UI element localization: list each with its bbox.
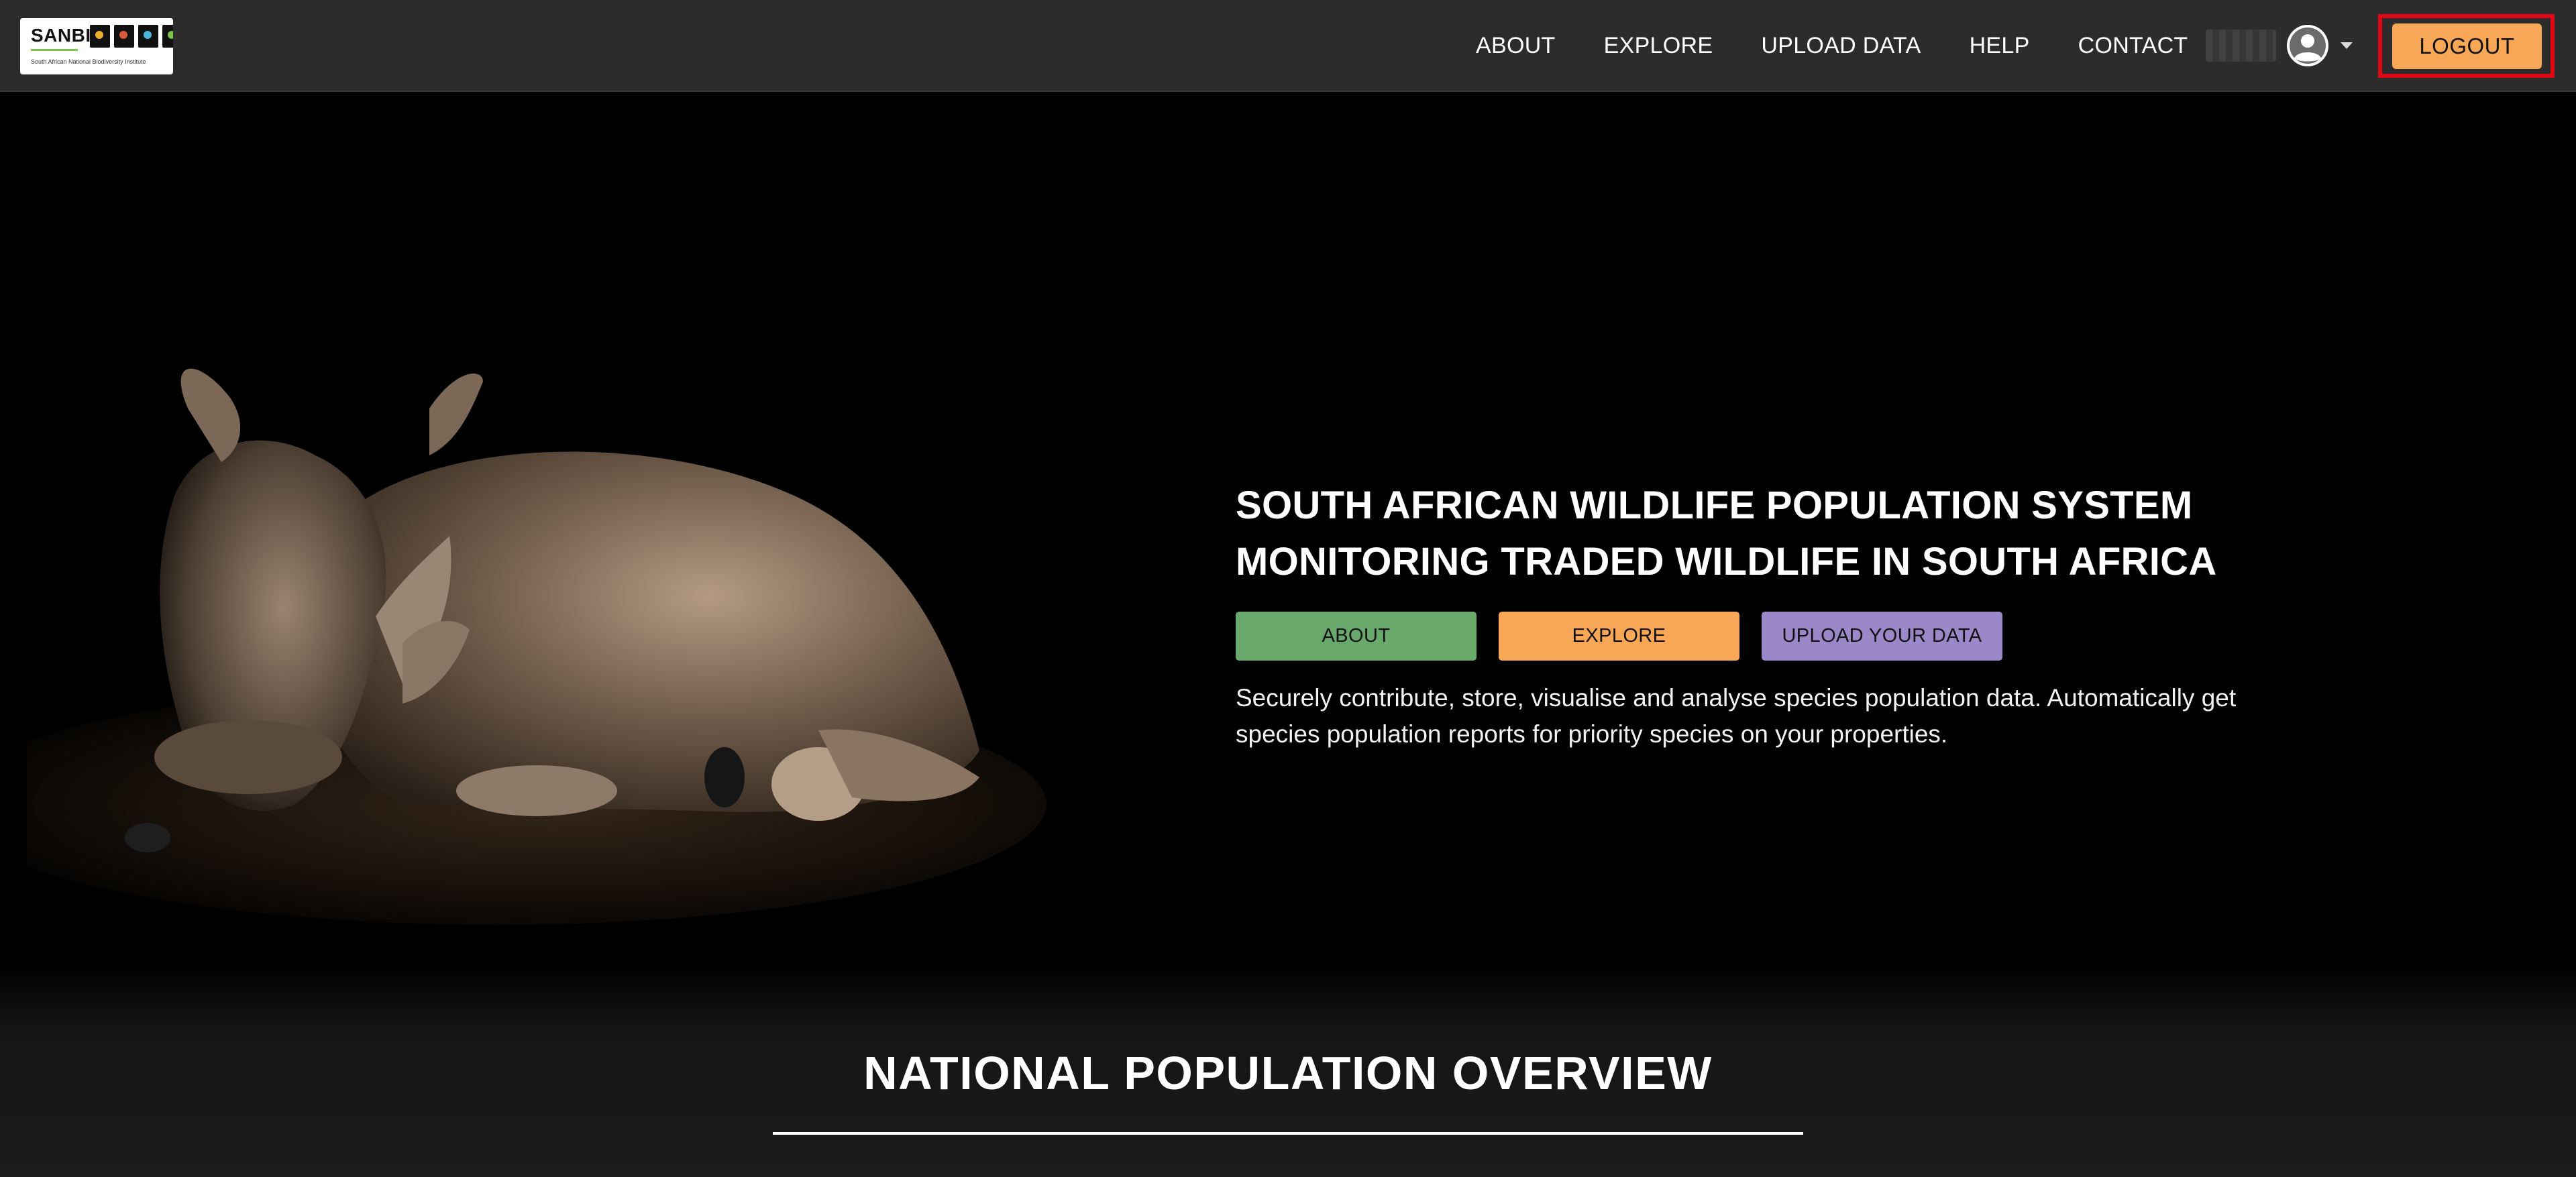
nav-contact[interactable]: CONTACT	[2078, 33, 2188, 59]
user-menu-toggle[interactable]	[2206, 21, 2353, 70]
logout-button[interactable]: LOGOUT	[2392, 23, 2542, 69]
sanbi-logo[interactable]: SANBI South African National Biodiversit…	[20, 18, 173, 74]
overview-divider	[773, 1132, 1803, 1135]
user-circle-icon	[2287, 25, 2328, 66]
overview-title: NATIONAL POPULATION OVERVIEW	[863, 1047, 1713, 1099]
nav-about[interactable]: ABOUT	[1476, 33, 1556, 59]
logo-tile-icon	[90, 25, 110, 48]
logo-tile-icon	[162, 25, 173, 48]
logo-tile-icon	[138, 25, 158, 48]
logo-title: SANBI	[31, 25, 91, 46]
logo-accent-bar	[31, 49, 78, 51]
hero-title-line1: SOUTH AFRICAN WILDLIFE POPULATION SYSTEM	[1236, 484, 2193, 527]
hero-title: SOUTH AFRICAN WILDLIFE POPULATION SYSTEM…	[1236, 478, 2309, 590]
logo-subtitle: South African National Biodiversity Inst…	[31, 58, 146, 65]
rhino-image	[27, 368, 1046, 925]
hero-button-group: ABOUT EXPLORE UPLOAD YOUR DATA	[1236, 612, 2002, 661]
explore-button[interactable]: EXPLORE	[1499, 612, 1739, 661]
main-nav: ABOUT EXPLORE UPLOAD DATA HELP CONTACT	[1476, 0, 2237, 92]
logo-tile-icon	[114, 25, 134, 48]
nav-help[interactable]: HELP	[1970, 33, 2030, 59]
hero-title-line2: MONITORING TRADED WILDLIFE IN SOUTH AFRI…	[1236, 540, 2217, 583]
caret-down-icon	[2341, 42, 2353, 49]
hero-section: SOUTH AFRICAN WILDLIFE POPULATION SYSTEM…	[0, 93, 2576, 965]
hero-description: Securely contribute, store, visualise an…	[1236, 684, 2237, 748]
username-redacted	[2206, 30, 2276, 62]
logo-tiles	[90, 25, 173, 48]
upload-your-data-button[interactable]: UPLOAD YOUR DATA	[1762, 612, 2002, 661]
top-navbar: SANBI South African National Biodiversit…	[0, 0, 2576, 92]
about-button[interactable]: ABOUT	[1236, 612, 1477, 661]
nav-upload-data[interactable]: UPLOAD DATA	[1761, 33, 1921, 59]
nav-explore[interactable]: EXPLORE	[1604, 33, 1713, 59]
